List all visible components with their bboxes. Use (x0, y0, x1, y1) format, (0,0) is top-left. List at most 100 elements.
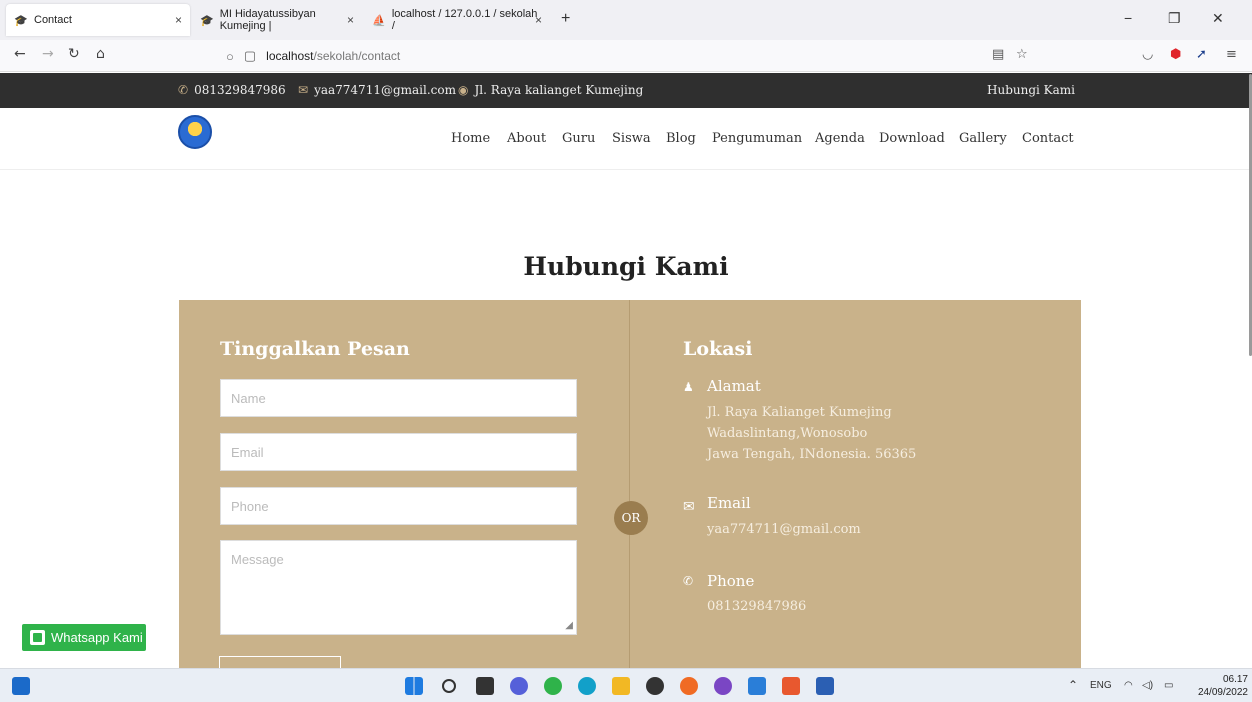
topbar-email-text: yaa774711@gmail.com (314, 83, 456, 97)
menu-blog[interactable]: Blog (666, 131, 696, 146)
tab-phpmyadmin[interactable]: ⛵ localhost / 127.0.0.1 / sekolah / × (364, 4, 550, 36)
browser-nav-bar: ← → ↻ ⌂ ○ ▢ localhost/sekolah/contact ▤ … (0, 40, 1252, 72)
menu-agenda[interactable]: Agenda (815, 131, 865, 146)
alamat-label: Alamat (707, 377, 761, 395)
url-host: localhost (266, 49, 314, 63)
ublock-icon[interactable]: ⬢ (1170, 47, 1181, 62)
menu-contact[interactable]: Contact (1022, 131, 1074, 146)
topbar-phone: ✆ 081329847986 (178, 83, 286, 97)
whatsapp-icon (30, 630, 45, 645)
chevron-up-icon[interactable]: ⌃ (1068, 678, 1078, 692)
new-tab-button[interactable]: + (561, 10, 570, 28)
alamat-line: Jl. Raya Kalianget Kumejing (707, 405, 892, 420)
menu-pengumuman[interactable]: Pengumuman (712, 131, 802, 146)
clock-date: 24/09/2022 (1197, 687, 1248, 698)
page-icon: ▢ (243, 48, 257, 63)
page-title: Hubungi Kami (523, 252, 729, 281)
tab-contact[interactable]: 🎓 Contact × (6, 4, 190, 36)
chrome-canary-icon[interactable] (714, 677, 732, 695)
menu-guru[interactable]: Guru (562, 131, 595, 146)
url-path: /sekolah/contact (313, 49, 401, 63)
tab-title: localhost / 127.0.0.1 / sekolah / (391, 8, 538, 32)
close-icon[interactable]: × (175, 13, 182, 27)
back-icon[interactable]: ← (14, 46, 26, 62)
phpmyadmin-icon: ⛵ (372, 14, 386, 27)
envelope-icon: ✉ (683, 499, 695, 515)
hubungi-kami-link[interactable]: Hubungi Kami (987, 83, 1075, 97)
site-top-bar: ✆ 081329847986 ✉ yaa774711@gmail.com ◉ J… (0, 73, 1252, 108)
phone-icon: ✆ (178, 83, 189, 97)
topbar-email: ✉ yaa774711@gmail.com (298, 83, 456, 97)
reader-view-icon[interactable]: ▤ (992, 47, 1004, 62)
email-field[interactable]: Email (220, 433, 577, 471)
url-bar[interactable]: ○ ▢ localhost/sekolah/contact (226, 44, 1036, 68)
bookmark-star-icon[interactable]: ☆ (1016, 47, 1028, 62)
email-value: yaa774711@gmail.com (707, 522, 861, 537)
language-indicator[interactable]: ENG (1090, 680, 1112, 691)
close-icon[interactable]: × (535, 13, 542, 27)
whatsapp-app-icon[interactable] (544, 677, 562, 695)
alamat-line: Jawa Tengah, INdonesia. 56365 (707, 447, 917, 462)
topbar-address: ◉ Jl. Raya kalianget Kumejing (458, 83, 643, 97)
shield-icon: ○ (226, 48, 234, 64)
file-explorer-icon[interactable] (612, 677, 630, 695)
xampp-icon[interactable] (782, 677, 800, 695)
user-icon: ♟ (683, 380, 694, 394)
phone-label: Phone (707, 572, 755, 590)
obs-icon[interactable] (646, 677, 664, 695)
menu-icon[interactable]: ≡ (1226, 47, 1237, 62)
search-icon[interactable] (442, 679, 456, 693)
restore-icon[interactable]: ❐ (1168, 10, 1181, 27)
mortarboard-icon: 🎓 (14, 14, 28, 27)
alamat-line: Wadaslintang,Wonosobo (707, 426, 868, 441)
close-window-icon[interactable]: ✕ (1212, 10, 1224, 27)
email-label: Email (707, 494, 751, 512)
envelope-icon: ✉ (298, 83, 309, 97)
name-field[interactable]: Name (220, 379, 577, 417)
menu-download[interactable]: Download (879, 131, 945, 146)
menu-siswa[interactable]: Siswa (612, 131, 651, 146)
vscode-icon[interactable] (748, 677, 766, 695)
minimize-icon[interactable]: − (1124, 10, 1132, 26)
tab-title: MI Hidayatussibyan Kumejing | (219, 8, 316, 32)
extension-icon[interactable]: ➚ (1196, 47, 1207, 62)
resize-handle-icon[interactable]: ◢ (565, 620, 573, 631)
phone-field[interactable]: Phone (220, 487, 577, 525)
message-placeholder: Message (231, 552, 284, 567)
home-icon[interactable]: ⌂ (96, 46, 105, 62)
logo[interactable] (178, 115, 212, 149)
widgets-icon[interactable] (12, 677, 30, 695)
menu-gallery[interactable]: Gallery (959, 131, 1007, 146)
tab-title: Contact (34, 14, 72, 26)
whatsapp-button[interactable]: Whatsapp Kami (22, 624, 146, 651)
chat-icon[interactable] (510, 677, 528, 695)
panel-divider (629, 300, 630, 668)
phone-value: 081329847986 (707, 599, 807, 614)
pocket-icon[interactable]: ◡ (1142, 47, 1153, 62)
close-icon[interactable]: × (347, 13, 354, 27)
phone-icon: ✆ (683, 574, 694, 588)
message-field[interactable]: Message ◢ (220, 540, 577, 635)
edge-icon[interactable] (578, 677, 596, 695)
map-pin-icon: ◉ (458, 83, 469, 97)
volume-icon[interactable]: ◁) (1142, 680, 1153, 691)
wifi-icon[interactable]: ◠ (1124, 680, 1133, 691)
word-icon[interactable] (816, 677, 834, 695)
reload-icon[interactable]: ↻ (68, 46, 80, 62)
tab-mi-hidayatussibyan[interactable]: 🎓 MI Hidayatussibyan Kumejing | × (192, 4, 362, 36)
task-view-icon[interactable] (476, 677, 494, 695)
firefox-icon[interactable] (680, 677, 698, 695)
form-title: Tinggalkan Pesan (220, 338, 410, 360)
browser-tab-bar: 🎓 Contact × 🎓 MI Hidayatussibyan Kumejin… (0, 0, 1252, 40)
windows-start-icon[interactable] (405, 677, 423, 695)
mortarboard-icon: 🎓 (200, 14, 214, 27)
clock[interactable]: 06.17 24/09/2022 (1188, 673, 1248, 699)
battery-icon[interactable]: ▭ (1164, 680, 1173, 691)
menu-home[interactable]: Home (451, 131, 490, 146)
topbar-phone-text: 081329847986 (194, 83, 286, 97)
topbar-address-text: Jl. Raya kalianget Kumejing (474, 83, 644, 97)
forward-icon[interactable]: → (42, 46, 54, 62)
or-badge: OR (614, 501, 648, 535)
menu-about[interactable]: About (507, 131, 546, 146)
alamat-value: Jl. Raya Kalianget Kumejing Wadaslintang… (707, 402, 916, 465)
